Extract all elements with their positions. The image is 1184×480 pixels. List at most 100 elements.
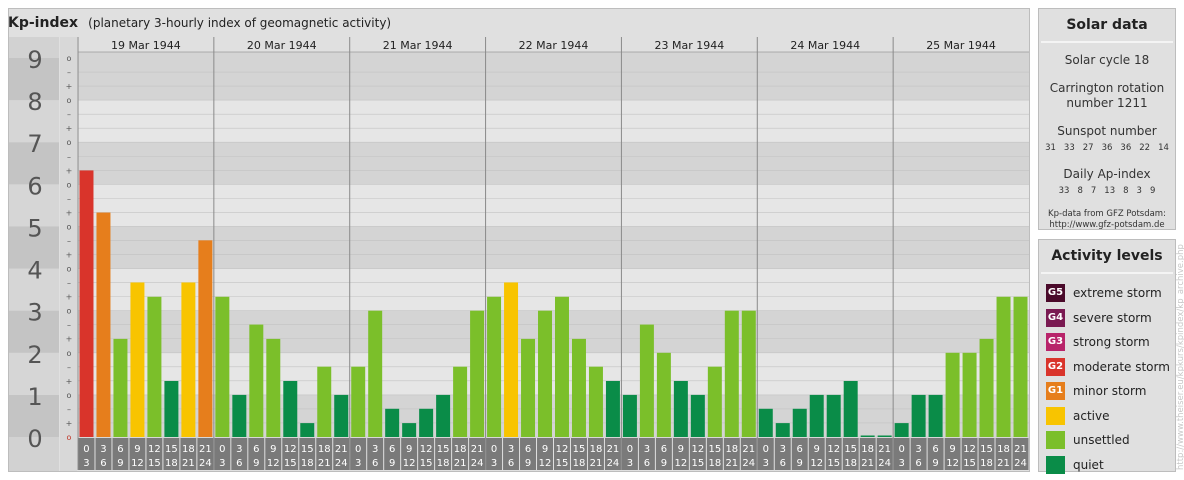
kp-bar [504,282,519,437]
time-slot-start: 0 [627,444,633,455]
time-slot-start: 21 [199,444,212,455]
time-slot-start: 18 [725,444,738,455]
carrington-rotation: Carrington rotation number 1211 [1039,81,1175,111]
sunspot-value-6: 22 [1139,143,1151,153]
time-slot-end: 9 [797,458,803,469]
time-slot-start: 15 [165,444,178,455]
y-tick-label: 0 [27,425,42,453]
time-slot-end: 6 [508,458,514,469]
legend-swatch [1046,455,1065,474]
solar-cycle: Solar cycle 18 [1064,53,1150,67]
time-slot-end: 9 [117,458,123,469]
y-minor-label: o [67,307,72,316]
time-slot-end: 6 [236,458,242,469]
y-tick-label: 1 [27,383,42,411]
ap-value-3: 7 [1090,186,1097,196]
legend-item-quiet: quiet [1039,453,1175,478]
kp-bar [877,435,892,437]
kp-bar [419,408,434,437]
time-slot-end: 24 [335,458,348,469]
solar-data-heading: Solar data [1041,9,1173,43]
time-slot-start: 6 [525,444,531,455]
kp-bar [283,380,298,437]
kp-bar [538,310,552,437]
day-label: 21 Mar 1944 [383,39,453,52]
y-minor-label: o [67,54,72,63]
legend-label: extreme storm [1073,286,1162,301]
y-tick-label: 6 [27,172,42,200]
y-tick-label: 3 [27,299,42,327]
kp-bar-chart: 0123456789o+–o+–o+–o+–o+–o+–o+–o+–o+–o19… [9,37,1029,471]
time-slot-end: 21 [454,458,467,469]
time-slot-start: 0 [83,444,89,455]
legend-item-minor-storm: G1 minor storm [1039,379,1175,404]
y-minor-label: o [67,222,72,231]
time-slot-start: 3 [508,444,514,455]
time-slot-start: 9 [814,444,820,455]
ap-value-7: 9 [1149,186,1156,196]
kp-bar [673,380,688,437]
kp-bar [588,366,603,437]
time-slot-start: 9 [678,444,684,455]
activity-levels-panel: Activity levels G5 extreme storm G4 severe … [1038,239,1176,474]
kp-bar [826,394,841,437]
time-slot-end: 3 [898,458,904,469]
day-label: 24 Mar 1944 [790,39,860,52]
time-slot-start: 3 [100,444,106,455]
time-slot-end: 24 [607,458,620,469]
legend-swatch [1046,431,1065,450]
time-slot-start: 21 [742,444,755,455]
data-credit: Kp-data from GFZ Potsdam: http://www.gfz… [1039,209,1175,231]
y-minor-label: o [67,96,72,105]
time-slot-start: 15 [844,444,857,455]
time-slot-start: 6 [661,444,667,455]
sunspot-value-4: 36 [1101,143,1113,153]
kp-bar [198,240,213,437]
time-slot-end: 12 [267,458,280,469]
sunspot-value-2: 33 [1063,143,1075,153]
time-slot-end: 3 [83,458,89,469]
kp-bar [928,394,943,437]
y-minor-label: – [67,236,71,245]
credit-link[interactable]: http://www.gfz-potsdam.de [1039,220,1175,231]
time-slot-end: 21 [725,458,738,469]
kp-bar [130,282,145,437]
time-slot-start: 9 [542,444,548,455]
time-slot-start: 12 [148,444,161,455]
time-slot-end: 18 [301,458,314,469]
legend-label: quiet [1073,457,1104,472]
y-minor-label: + [66,419,73,428]
kp-bar [181,282,196,437]
time-slot-start: 12 [556,444,569,455]
day-label: 20 Mar 1944 [247,39,317,52]
time-slot-end: 24 [471,458,484,469]
kp-bar [402,423,417,437]
kp-bar [436,394,451,437]
y-minor-label: + [66,208,73,217]
kp-bar [249,324,264,437]
time-slot-end: 12 [131,458,144,469]
time-slot-end: 9 [525,458,531,469]
legend-label: strong storm [1073,335,1150,350]
kp-bar [809,394,824,437]
y-minor-label: + [66,377,73,386]
y-minor-label: o [67,349,72,358]
y-tick-label: 8 [27,88,42,116]
time-slot-end: 12 [403,458,416,469]
y-minor-label: – [67,279,71,288]
time-slot-end: 18 [844,458,857,469]
y-minor-label: – [67,194,71,203]
band-7 [78,100,1029,143]
y-minor-label: – [67,405,71,414]
time-slot-end: 3 [627,458,633,469]
y-tick-label: 5 [27,214,42,242]
time-slot-start: 12 [963,444,976,455]
time-slot-start: 6 [389,444,395,455]
ap-value-2: 8 [1077,186,1083,196]
y-tick-label: 7 [27,130,42,158]
time-slot-start: 9 [406,444,412,455]
kp-bar [843,380,858,437]
legend-label: minor storm [1073,384,1147,399]
time-slot-end: 9 [932,458,938,469]
day-label: 23 Mar 1944 [654,39,724,52]
